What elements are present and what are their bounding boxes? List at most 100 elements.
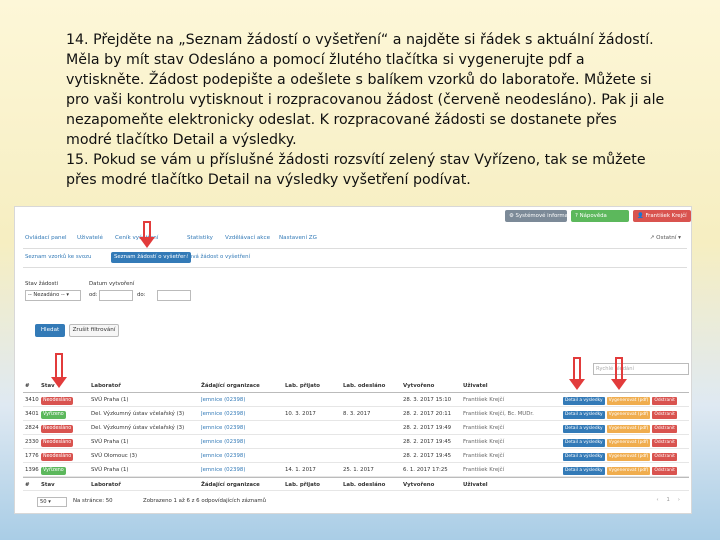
delete-button[interactable]: Odstranit (652, 411, 677, 419)
row-lab: SVÚ Olomouc (3) (91, 453, 138, 459)
col-lab-footer: Laboratoř (91, 482, 121, 488)
divider (23, 248, 687, 249)
subnav-new-request[interactable]: Nová žádost o vyšetření (185, 252, 250, 263)
col-user-footer: Uživatel (463, 482, 488, 488)
table-row: 1776 Neodesláno SVÚ Olomouc (3) Jemnice … (23, 449, 689, 463)
row-created: 6. 1. 2017 17:25 (403, 467, 448, 473)
state-filter-select[interactable]: -- Nezadáno -- ▾ (25, 290, 81, 301)
col-sent-header[interactable]: Lab. odesláno (343, 379, 397, 393)
detail-button[interactable]: Detail a výsledky (563, 411, 605, 419)
row-id: 1776 (25, 453, 39, 459)
row-sent (343, 449, 397, 463)
detail-button[interactable]: Detail a výsledky (563, 397, 605, 405)
detail-button[interactable]: Detail a výsledky (563, 439, 605, 447)
row-lab: SVÚ Praha (1) (91, 467, 129, 473)
nav-users[interactable]: Uživatelé (77, 235, 103, 241)
row-id: 3401 (25, 411, 39, 417)
row-user: František Krejčí (463, 397, 505, 403)
nav-other[interactable]: ↗ Ostatní ▾ (650, 235, 681, 241)
pdf-button[interactable]: Vygenerovat (pdf) (606, 425, 651, 433)
help-label: Nápověda (579, 213, 607, 219)
help-button[interactable]: ? Nápověda (571, 210, 629, 222)
instruction-text: 14. Přejděte na „Seznam žádostí o vyšetř… (66, 30, 666, 190)
row-org[interactable]: Jemnice (02398) (201, 393, 281, 407)
pager-nav[interactable]: ‹ 1 › (656, 497, 683, 503)
row-lab: Del. Výzkumný ústav včelařský (3) (91, 425, 185, 431)
col-created-header[interactable]: Vytvořeno (403, 379, 463, 393)
nav-dashboard[interactable]: Ovládací panel (25, 235, 67, 241)
pdf-button[interactable]: Vygenerovat (pdf) (606, 397, 651, 405)
detail-button[interactable]: Detail a výsledky (563, 467, 605, 475)
instruction-step-14: 14. Přejděte na „Seznam žádostí o vyšetř… (66, 32, 665, 148)
subnav-requests-list[interactable]: Seznam žádostí o vyšetření (111, 252, 192, 263)
row-sent (343, 421, 397, 435)
row-org[interactable]: Jemnice (02398) (201, 407, 281, 421)
date-from-label: od: (89, 292, 98, 298)
row-received (285, 393, 335, 407)
find-button[interactable]: Hledat (35, 324, 65, 337)
row-user: František Krejčí (463, 425, 505, 431)
delete-button[interactable]: Odstranit (652, 467, 677, 475)
status-badge: Neodesláno (41, 425, 74, 433)
quick-search-input[interactable]: Rychlé hledání (593, 363, 689, 375)
delete-button[interactable]: Odstranit (652, 453, 677, 461)
row-org[interactable]: Jemnice (02398) (201, 449, 281, 463)
delete-button[interactable]: Odstranit (652, 439, 677, 447)
row-actions: Detail a výsledky Vygenerovat (pdf) Odstra… (563, 435, 689, 449)
user-menu-button[interactable]: 👤 František Krejčí (633, 210, 691, 222)
nav-statistics[interactable]: Statistiky (187, 235, 213, 241)
row-user: František Krejčí (463, 439, 505, 445)
row-id: 2330 (25, 439, 39, 445)
row-user: František Krejčí, Bc. MUDr. (463, 411, 534, 417)
page-size-value: 50 (40, 499, 47, 505)
row-sent (343, 435, 397, 449)
col-received-header[interactable]: Lab. přijato (285, 379, 335, 393)
row-status: Vyřízeno (41, 463, 83, 477)
row-org[interactable]: Jemnice (02398) (201, 421, 281, 435)
pdf-button[interactable]: Vygenerovat (pdf) (606, 439, 651, 447)
row-received (285, 421, 335, 435)
row-status: Vyřízeno (41, 407, 83, 421)
col-created-footer: Vytvořeno (403, 482, 435, 488)
col-user-header[interactable]: Uživatel (463, 379, 563, 393)
top-bar: ⚙ Systémové informace ? Nápověda 👤 Frant… (15, 207, 691, 231)
row-id: 2824 (25, 425, 39, 431)
status-badge: Vyřízeno (41, 467, 66, 475)
row-sent: 25. 1. 2017 (343, 467, 374, 473)
table-row: 3410 Neodesláno SVÚ Praha (1) Jemnice (0… (23, 393, 689, 407)
nav-courses[interactable]: Vzdělávací akce (225, 235, 270, 241)
system-info-button[interactable]: ⚙ Systémové informace (505, 210, 574, 222)
date-from-input[interactable] (99, 290, 133, 301)
date-to-input[interactable] (157, 290, 191, 301)
col-lab-header[interactable]: Laboratoř (91, 379, 199, 393)
col-id-footer: # (25, 482, 30, 488)
row-org[interactable]: Jemnice (02398) (201, 463, 281, 477)
records-summary: Zobrazeno 1 až 6 z 6 odpovídajících zázn… (143, 498, 267, 504)
pagination-bar: 50 ▾ Na stránce: 50 Zobrazeno 1 až 6 z 6… (23, 495, 687, 509)
date-to-label: do: (137, 292, 146, 298)
row-actions: Detail a výsledky Vygenerovat (pdf) Odstra… (563, 449, 689, 463)
row-status: Neodesláno (41, 393, 83, 407)
subnav-samples[interactable]: Seznam vzorků ke svozu (25, 252, 91, 263)
date-filter-label: Datum vytvoření (89, 281, 135, 287)
col-org-header[interactable]: Žádající organizace (201, 379, 281, 393)
page-size-select[interactable]: 50 ▾ (37, 497, 67, 507)
pdf-button[interactable]: Vygenerovat (pdf) (606, 453, 651, 461)
delete-button[interactable]: Odstranit (652, 425, 677, 433)
pdf-button[interactable]: Vygenerovat (pdf) (606, 467, 651, 475)
table-header-row: # Stav Laboratoř Žádající organizace Lab… (23, 379, 689, 393)
row-lab: SVÚ Praha (1) (91, 397, 129, 403)
reset-filter-button[interactable]: Zrušit filtrování (69, 324, 119, 337)
table-footer-row: # Stav Laboratoř Žádající organizace Lab… (23, 477, 689, 491)
pdf-button[interactable]: Vygenerovat (pdf) (606, 411, 651, 419)
detail-button[interactable]: Detail a výsledky (563, 453, 605, 461)
col-org-footer: Žádající organizace (201, 482, 260, 488)
row-org[interactable]: Jemnice (02398) (201, 435, 281, 449)
requests-table: # Stav Laboratoř Žádající organizace Lab… (23, 379, 689, 491)
col-received-footer: Lab. přijato (285, 482, 320, 488)
nav-settings[interactable]: Nastavení ZG (279, 235, 317, 241)
col-id-header[interactable]: # (25, 379, 39, 393)
detail-button[interactable]: Detail a výsledky (563, 425, 605, 433)
delete-button[interactable]: Odstranit (652, 397, 677, 405)
instruction-step-15: 15. Pokud se vám u příslušné žádosti roz… (66, 152, 646, 188)
